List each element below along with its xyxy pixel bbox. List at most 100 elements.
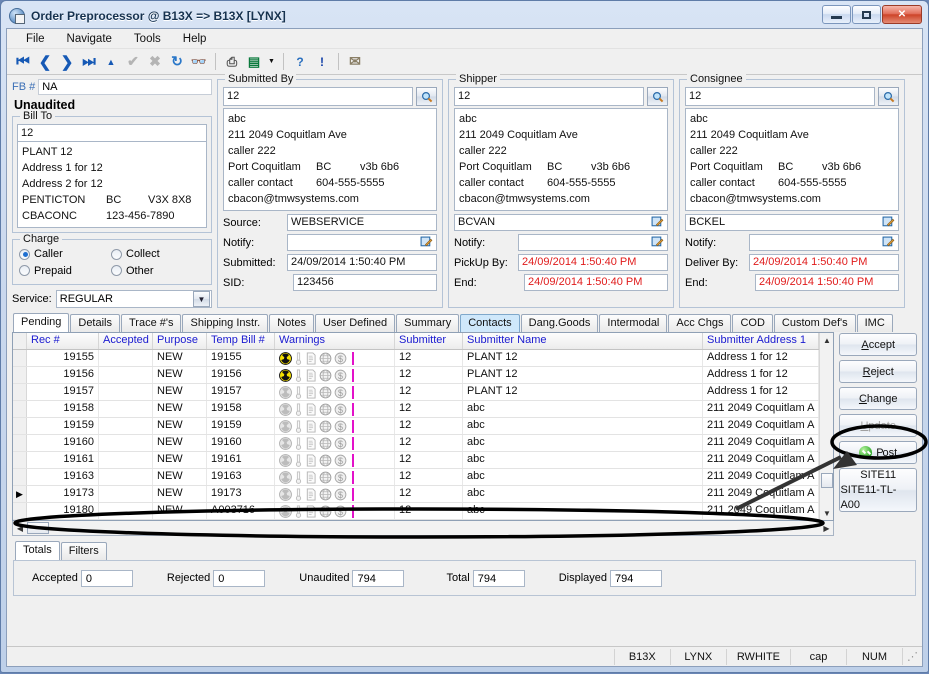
table-row[interactable]: 19160NEW19160$12abc211 2049 Coquitlam A xyxy=(13,435,819,452)
consignee-end-value[interactable]: 24/09/2014 1:50:40 PM xyxy=(755,274,899,291)
first-record-icon[interactable]: ⏮ xyxy=(13,52,33,72)
menu-navigate[interactable]: Navigate xyxy=(56,31,123,47)
cell-warnings[interactable]: $ xyxy=(275,350,395,366)
column-header-accepted[interactable]: Accepted xyxy=(99,333,153,349)
scroll-right-icon[interactable]: ▶ xyxy=(819,522,833,535)
up-arrow-icon[interactable]: ▲ xyxy=(101,52,121,72)
grid-vertical-scrollbar[interactable]: ▲ ▼ xyxy=(819,333,833,520)
next-record-icon[interactable]: ❯ xyxy=(57,52,77,72)
table-row[interactable]: 19159NEW19159$12abc211 2049 Coquitlam A xyxy=(13,418,819,435)
column-header-submitter[interactable]: Submitter xyxy=(395,333,463,349)
consignee-notify-input[interactable] xyxy=(749,234,899,251)
table-row[interactable]: ▶19173NEW19173$12abc211 2049 Coquitlam A xyxy=(13,486,819,503)
table-row[interactable]: 19158NEW19158$12abc211 2049 Coquitlam A xyxy=(13,401,819,418)
charge-radio-prepaid[interactable]: Prepaid xyxy=(19,265,72,277)
cell-warnings[interactable]: $ xyxy=(275,418,395,434)
table-row[interactable]: 19163NEW19163$12abc211 2049 Coquitlam A xyxy=(13,469,819,486)
tab-custom-defs[interactable]: Custom Def's xyxy=(774,314,856,332)
shipper-end-value[interactable]: 24/09/2014 1:50:40 PM xyxy=(524,274,668,291)
site-button[interactable]: SITE11 SITE11-TL- A00 xyxy=(839,468,917,512)
tab-user-defined[interactable]: User Defined xyxy=(315,314,395,332)
column-header-temp-bill[interactable]: Temp Bill # xyxy=(207,333,275,349)
shipper-code-input[interactable]: 12 xyxy=(454,87,644,106)
post-button[interactable]: Post xyxy=(839,441,917,464)
table-row[interactable]: 19157NEW19157$12PLANT 12Address 1 for 12 xyxy=(13,384,819,401)
scroll-down-icon[interactable]: ▼ xyxy=(820,506,833,520)
submitted-value[interactable]: 24/09/2014 1:50:40 PM xyxy=(287,254,437,271)
search-icon[interactable] xyxy=(647,87,668,106)
charge-radio-collect[interactable]: Collect xyxy=(111,248,160,260)
cell-warnings[interactable]: $ xyxy=(275,486,395,502)
deliver-by-value[interactable]: 24/09/2014 1:50:40 PM xyxy=(749,254,899,271)
search-icon[interactable] xyxy=(878,87,899,106)
info-icon[interactable]: ! xyxy=(312,52,332,72)
previous-record-icon[interactable]: ❮ xyxy=(35,52,55,72)
cell-warnings[interactable]: $ xyxy=(275,367,395,383)
charge-radio-other[interactable]: Other xyxy=(111,265,154,277)
totals-displayed-value[interactable]: 794 xyxy=(610,570,662,587)
tab-dangerous-goods[interactable]: Dang.Goods xyxy=(521,314,599,332)
tab-totals[interactable]: Totals xyxy=(15,541,60,560)
table-row[interactable]: 19161NEW19161$12abc211 2049 Coquitlam A xyxy=(13,452,819,469)
search-icon[interactable] xyxy=(416,87,437,106)
column-header-purpose[interactable]: Purpose xyxy=(153,333,207,349)
cell-warnings[interactable]: $ xyxy=(275,384,395,400)
maximize-button[interactable] xyxy=(852,5,881,24)
cell-warnings[interactable]: $ xyxy=(275,469,395,485)
service-select[interactable]: REGULAR ▼ xyxy=(56,290,212,308)
fb-number-value[interactable]: NA xyxy=(38,79,212,95)
shipper-city-code-input[interactable]: BCVAN xyxy=(454,214,668,231)
tab-notes[interactable]: Notes xyxy=(269,314,314,332)
notify-input[interactable] xyxy=(287,234,437,251)
totals-total-value[interactable]: 794 xyxy=(473,570,525,587)
print-icon[interactable]: ⎙ xyxy=(222,52,242,72)
tab-acc-chgs[interactable]: Acc Chgs xyxy=(668,314,731,332)
monitor-icon[interactable]: ▤ xyxy=(244,52,264,72)
cell-warnings[interactable]: $ xyxy=(275,452,395,468)
consignee-city-code-input[interactable]: BCKEL xyxy=(685,214,899,231)
tab-intermodal[interactable]: Intermodal xyxy=(599,314,667,332)
scroll-left-icon[interactable]: ◀ xyxy=(13,522,27,535)
column-header-warnings[interactable]: Warnings xyxy=(275,333,395,349)
tab-details[interactable]: Details xyxy=(70,314,120,332)
last-record-icon[interactable]: ⏭ xyxy=(79,52,99,72)
menu-help[interactable]: Help xyxy=(172,31,218,47)
change-button[interactable]: Change xyxy=(839,387,917,410)
reject-button[interactable]: Reject xyxy=(839,360,917,383)
table-row[interactable]: 19155NEW19155$12PLANT 12Address 1 for 12 xyxy=(13,350,819,367)
grid-horizontal-scrollbar[interactable]: ◀ ▶ xyxy=(12,521,834,536)
tab-filters[interactable]: Filters xyxy=(61,542,107,560)
dropdown-arrow-icon[interactable]: ▼ xyxy=(266,52,277,72)
column-header-submitter-name[interactable]: Submitter Name xyxy=(463,333,703,349)
tab-contacts[interactable]: Contacts xyxy=(460,314,519,332)
mail-icon[interactable]: ✉ xyxy=(345,52,365,72)
accept-button[interactable]: Accept xyxy=(839,333,917,356)
column-header-rec[interactable]: Rec # xyxy=(27,333,99,349)
vertical-scroll-thumb[interactable] xyxy=(821,473,833,488)
close-button[interactable]: ✕ xyxy=(882,5,922,24)
table-row[interactable]: 19156NEW19156$12PLANT 12Address 1 for 12 xyxy=(13,367,819,384)
chevron-down-icon[interactable]: ▼ xyxy=(193,291,210,307)
tab-cod[interactable]: COD xyxy=(732,314,772,332)
totals-rejected-value[interactable]: 0 xyxy=(213,570,265,587)
consignee-code-input[interactable]: 12 xyxy=(685,87,875,106)
source-input[interactable]: WEBSERVICE xyxy=(287,214,437,231)
horizontal-scroll-thumb[interactable] xyxy=(27,522,49,534)
tab-shipping-instr[interactable]: Shipping Instr. xyxy=(182,314,268,332)
scroll-up-icon[interactable]: ▲ xyxy=(820,333,833,347)
charge-radio-caller[interactable]: Caller xyxy=(19,248,63,260)
column-header-submitter-address[interactable]: Submitter Address 1 xyxy=(703,333,819,349)
sid-input[interactable]: 123456 xyxy=(293,274,437,291)
minimize-button[interactable] xyxy=(822,5,851,24)
tab-summary[interactable]: Summary xyxy=(396,314,459,332)
cell-warnings[interactable]: $ xyxy=(275,435,395,451)
cell-warnings[interactable]: $ xyxy=(275,503,395,519)
bill-to-code-input[interactable]: 12 xyxy=(17,124,207,142)
help-icon[interactable]: ? xyxy=(290,52,310,72)
pickup-by-value[interactable]: 24/09/2014 1:50:40 PM xyxy=(518,254,668,271)
table-row[interactable]: 19180NEWA003716$12abc211 2049 Coquitlam … xyxy=(13,503,819,520)
binoculars-icon[interactable]: 👓 xyxy=(189,52,209,72)
refresh-icon[interactable]: ↻ xyxy=(167,52,187,72)
menu-file[interactable]: File xyxy=(15,31,56,47)
resize-grip-icon[interactable]: ⋰ xyxy=(902,648,922,665)
